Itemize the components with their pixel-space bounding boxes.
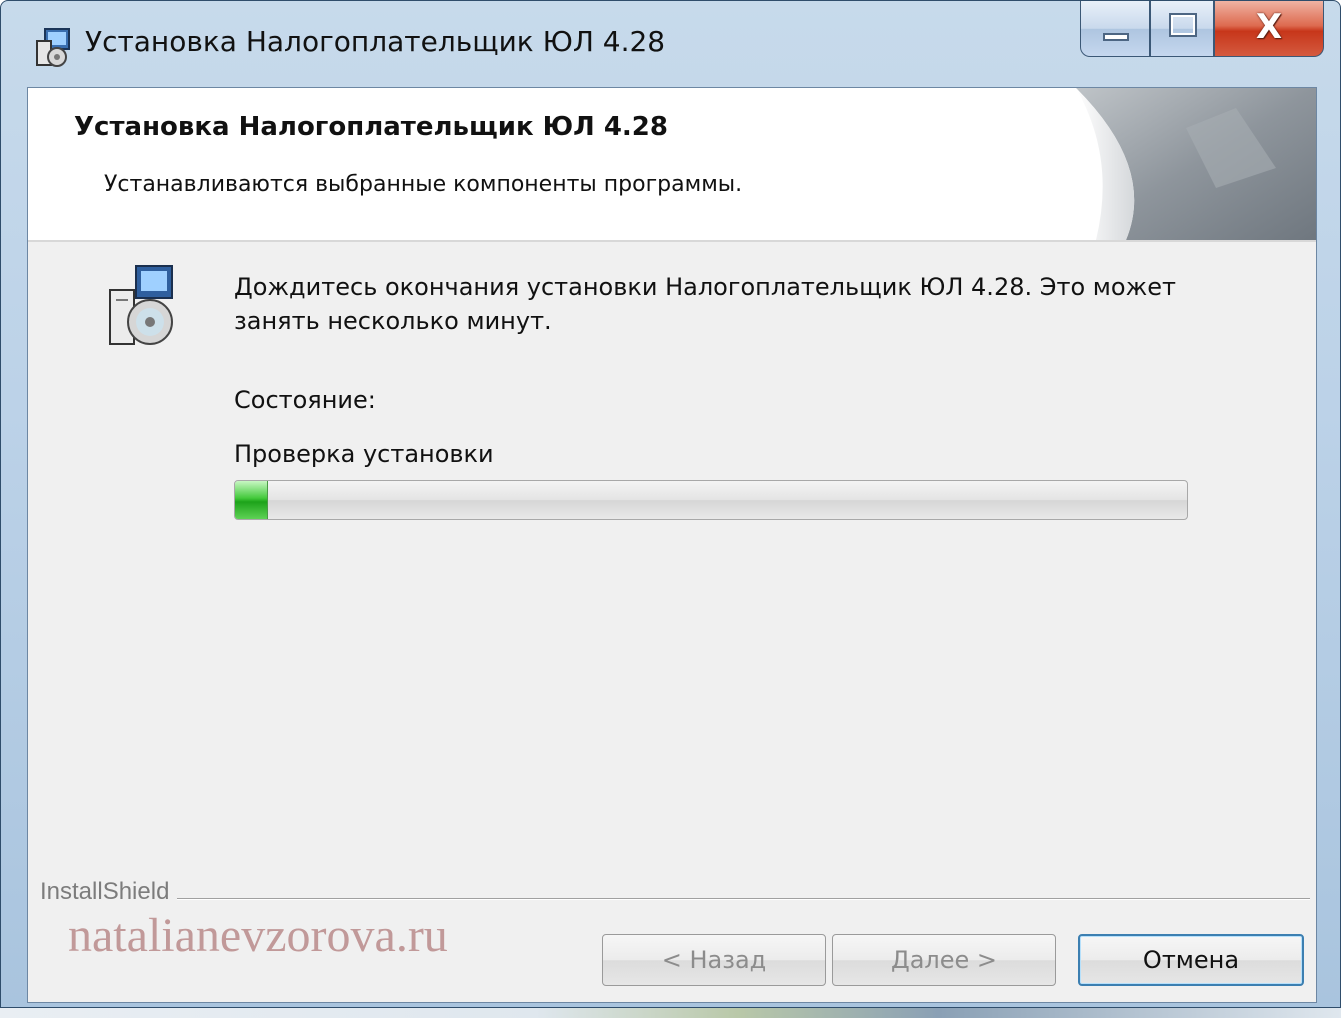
close-button[interactable]: X [1214,1,1324,57]
header-panel: Установка Налогоплательщик ЮЛ 4.28 Устан… [28,88,1316,242]
page-curl-graphic [1076,88,1316,240]
minimize-icon [1103,33,1129,41]
close-icon: X [1255,7,1283,47]
watermark-text: natalianevzorova.ru [68,909,448,962]
next-button[interactable]: Далее > [832,934,1056,986]
status-label: Состояние: [234,386,376,414]
header-title: Установка Налогоплательщик ЮЛ 4.28 [74,112,668,142]
maximize-button[interactable] [1150,1,1214,57]
installer-app-icon [36,28,70,67]
status-value: Проверка установки [234,440,494,468]
installer-window: Установка Налогоплательщик ЮЛ 4.28 X Уст… [0,0,1341,1008]
wait-message: Дождитесь окончания установки Налогоплат… [234,273,1176,335]
installshield-brand: InstallShield [40,878,178,906]
caption-buttons: X [1080,1,1324,61]
setup-computer-disc-icon [109,265,173,345]
progress-fill [235,481,269,519]
cancel-button[interactable]: Отмена [1078,934,1304,986]
dialog-client-area: Установка Налогоплательщик ЮЛ 4.28 Устан… [27,87,1317,1003]
back-button[interactable]: < Назад [602,934,826,986]
footer-divider [40,898,1310,900]
window-title: Установка Налогоплательщик ЮЛ 4.28 [85,25,666,58]
maximize-icon [1169,13,1197,37]
title-bar[interactable]: Установка Налогоплательщик ЮЛ 4.28 X [1,1,1340,89]
minimize-button[interactable] [1080,1,1150,57]
header-subtitle: Устанавливаются выбранные компоненты про… [104,172,743,197]
install-progress-bar [234,480,1188,520]
